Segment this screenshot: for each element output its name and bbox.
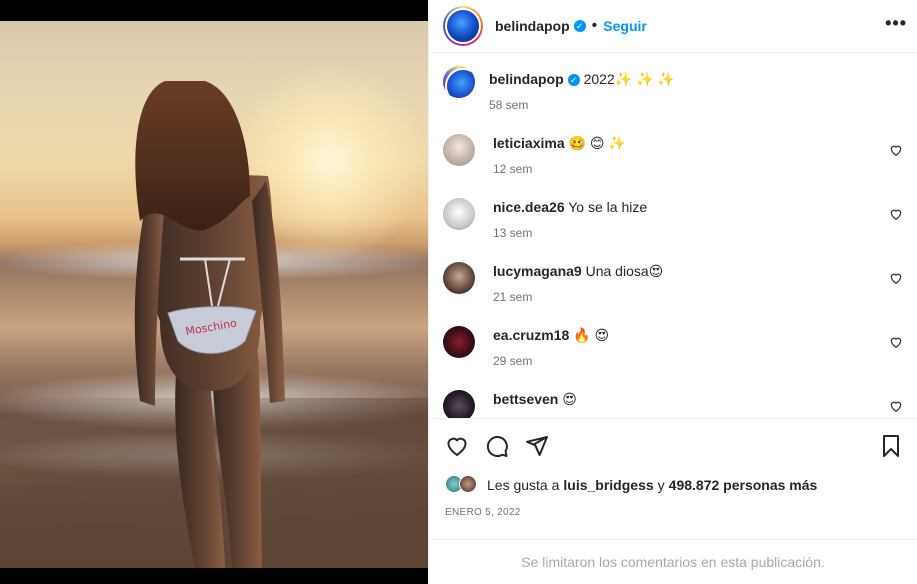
comment-item: nice.dea26 Yo se la hize 13 sem <box>443 198 903 242</box>
comment-item: bettseven 😍 <box>443 390 903 418</box>
liker-avatar <box>459 475 477 493</box>
comment-time[interactable]: 13 sem <box>493 224 903 242</box>
comment-username[interactable]: ea.cruzm18 <box>493 327 569 343</box>
likes-joiner: y <box>657 477 665 493</box>
header-separator: • <box>591 17 598 34</box>
instagram-post-modal: Moschino belindapop ✓ • Seguir ••• belin… <box>0 0 917 584</box>
liker-avatars <box>445 475 481 495</box>
woman-silhouette: Moschino <box>134 81 285 568</box>
caption-text: 2022✨ ✨ ✨ <box>583 71 675 87</box>
likes-summary[interactable]: Les gusta a luis_bridgess y 498.872 pers… <box>445 475 817 495</box>
comment-text: 🔥 😍 <box>573 327 610 343</box>
post-header: belindapop ✓ • Seguir ••• <box>429 0 917 53</box>
heart-icon[interactable] <box>445 434 469 458</box>
follow-button[interactable]: Seguir <box>603 18 647 34</box>
post-date[interactable]: ENERO 5, 2022 <box>445 507 521 518</box>
comment-item: leticiaxima 🥴 😊 ✨ 12 sem <box>443 134 903 178</box>
likes-prefix: Les gusta a <box>487 477 560 493</box>
comment-text: 😍 <box>562 391 577 407</box>
verified-badge-icon: ✓ <box>567 74 580 86</box>
comments-limited-notice: Se limitaron los comentarios en esta pub… <box>429 539 917 584</box>
post-photo: Moschino <box>0 21 428 568</box>
comment-username[interactable]: nice.dea26 <box>493 199 565 215</box>
bookmark-icon[interactable] <box>879 434 903 458</box>
comment-text: Una diosa😍 <box>585 263 664 279</box>
commenter-avatar[interactable] <box>443 390 475 418</box>
post-side-panel: belindapop ✓ • Seguir ••• belindapop ✓ 20… <box>428 0 917 584</box>
more-icon[interactable]: ••• <box>885 13 907 34</box>
caption-avatar[interactable] <box>443 66 475 98</box>
heart-icon[interactable] <box>889 143 903 157</box>
comment-text: 🥴 😊 ✨ <box>568 135 626 151</box>
comment-username[interactable]: bettseven <box>493 391 558 407</box>
author-username[interactable]: belindapop <box>495 18 570 34</box>
caption: belindapop ✓ 2022✨ ✨ ✨ 58 sem <box>443 66 903 114</box>
heart-icon[interactable] <box>889 271 903 285</box>
caption-time[interactable]: 58 sem <box>489 96 903 114</box>
commenter-avatar[interactable] <box>443 326 475 358</box>
comment-time[interactable]: 12 sem <box>493 160 903 178</box>
share-icon[interactable] <box>525 434 549 458</box>
comment-text: Yo se la hize <box>568 199 648 215</box>
comment-icon[interactable] <box>485 434 509 458</box>
caption-username[interactable]: belindapop <box>489 71 564 87</box>
post-actions: Les gusta a luis_bridgess y 498.872 pers… <box>429 418 917 539</box>
heart-icon[interactable] <box>889 399 903 413</box>
post-media[interactable]: Moschino <box>0 0 428 584</box>
comments-list[interactable]: belindapop ✓ 2022✨ ✨ ✨ 58 sem leticiaxima… <box>429 54 917 418</box>
commenter-avatar[interactable] <box>443 262 475 294</box>
commenter-avatar[interactable] <box>443 198 475 230</box>
heart-icon[interactable] <box>889 207 903 221</box>
commenter-avatar[interactable] <box>443 134 475 166</box>
comment-item: ea.cruzm18 🔥 😍 29 sem <box>443 326 903 370</box>
comment-time[interactable]: 21 sem <box>493 288 903 306</box>
comment-username[interactable]: lucymagana9 <box>493 263 582 279</box>
heart-icon[interactable] <box>889 335 903 349</box>
likes-count[interactable]: 498.872 personas más <box>669 477 818 493</box>
comment-item: lucymagana9 Una diosa😍 21 sem <box>443 262 903 306</box>
verified-badge-icon: ✓ <box>573 20 586 32</box>
likes-user[interactable]: luis_bridgess <box>563 477 653 493</box>
comment-username[interactable]: leticiaxima <box>493 135 565 151</box>
author-avatar[interactable] <box>443 6 483 46</box>
comment-time[interactable]: 29 sem <box>493 352 903 370</box>
